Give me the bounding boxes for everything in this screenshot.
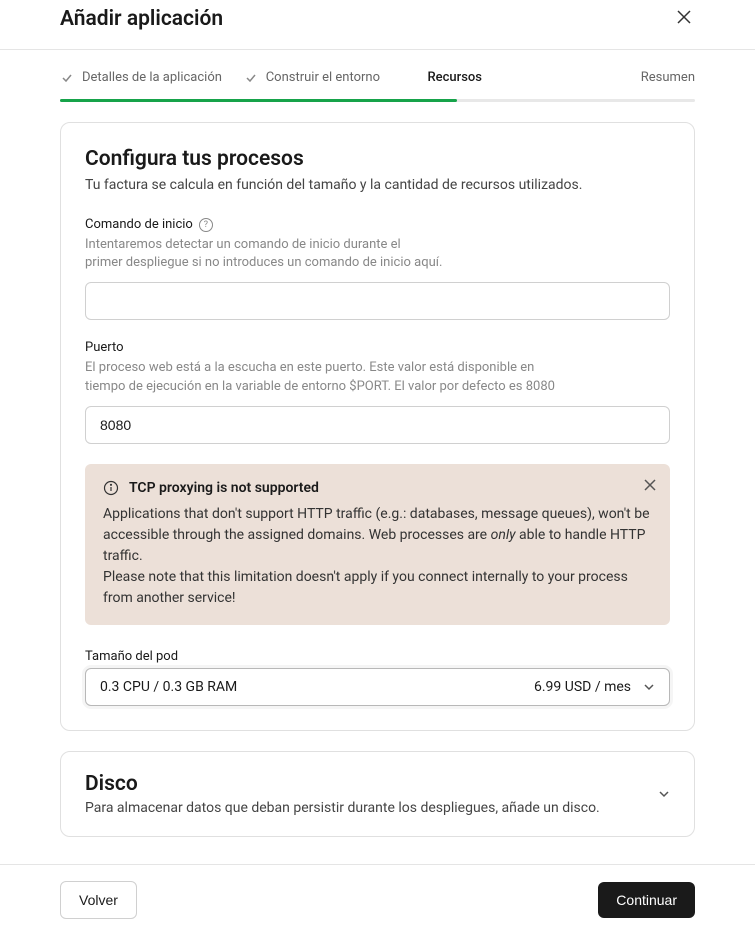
chevron-down-icon — [643, 681, 655, 693]
close-icon — [677, 10, 691, 24]
pod-size-label: Tamaño del pod — [85, 649, 670, 664]
steps-nav: Detalles de la aplicación Construir el e… — [0, 50, 755, 99]
check-icon — [60, 71, 74, 85]
alert-close-button[interactable] — [644, 478, 656, 496]
start-command-input[interactable] — [85, 282, 670, 320]
processes-card: Configura tus procesos Tu factura se cal… — [60, 122, 695, 731]
alert-title: TCP proxying is not supported — [129, 480, 319, 496]
disk-card[interactable]: Disco Para almacenar datos que deban per… — [60, 751, 695, 837]
close-icon — [644, 479, 656, 491]
progress-fill — [60, 99, 457, 102]
check-icon — [244, 71, 258, 85]
info-icon — [103, 480, 119, 496]
processes-subtitle: Tu factura se calcula en función del tam… — [85, 177, 670, 193]
start-command-label: Comando de inicio ? — [85, 217, 670, 232]
step-build-env[interactable]: Construir el entorno — [244, 70, 412, 99]
pod-size-select[interactable]: 0.3 CPU / 0.3 GB RAM 6.99 USD / mes — [85, 668, 670, 706]
footer: Volver Continuar — [0, 864, 755, 935]
pod-size-spec: 0.3 CPU / 0.3 GB RAM — [100, 679, 237, 695]
step-label: Resumen — [641, 70, 695, 85]
port-label: Puerto — [85, 340, 670, 355]
back-button[interactable]: Volver — [60, 881, 137, 919]
help-icon[interactable]: ? — [199, 218, 213, 232]
processes-title: Configura tus procesos — [85, 147, 670, 171]
chevron-down-icon — [658, 788, 670, 800]
port-input[interactable] — [85, 406, 670, 444]
page-title: Añadir aplicación — [60, 7, 223, 31]
step-label: Construir el entorno — [266, 70, 380, 85]
step-summary[interactable]: Resumen — [611, 70, 695, 99]
pod-size-price: 6.99 USD / mes — [534, 679, 631, 695]
step-resources[interactable]: Recursos — [427, 70, 595, 99]
close-button[interactable] — [673, 4, 695, 33]
start-command-hint: Intentaremos detectar un comando de inic… — [85, 236, 670, 272]
progress-track — [60, 99, 695, 102]
step-app-details[interactable]: Detalles de la aplicación — [60, 70, 228, 99]
port-hint: El proceso web está a la escucha en este… — [85, 359, 670, 395]
step-label: Recursos — [427, 70, 482, 85]
disk-title: Disco — [85, 772, 600, 796]
continue-button[interactable]: Continuar — [598, 882, 695, 918]
tcp-alert: TCP proxying is not supported Applicatio… — [85, 464, 670, 625]
disk-subtitle: Para almacenar datos que deban persistir… — [85, 800, 600, 816]
step-label: Detalles de la aplicación — [82, 70, 222, 85]
alert-body: Applications that don't support HTTP tra… — [103, 504, 652, 609]
